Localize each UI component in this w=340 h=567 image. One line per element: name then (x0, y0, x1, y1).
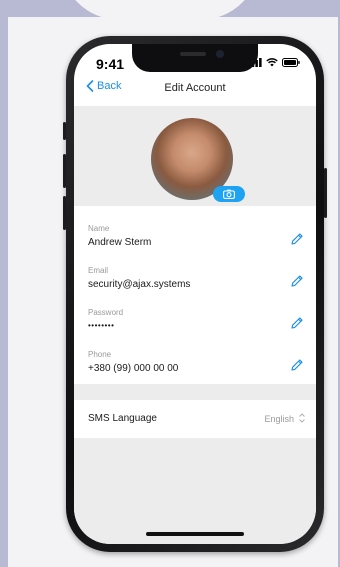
avatar-section (74, 106, 316, 206)
front-camera (216, 50, 224, 58)
camera-icon (223, 189, 235, 199)
phone-value: +380 (99) 000 00 00 (88, 363, 179, 374)
phone-field[interactable]: Phone +380 (99) 000 00 00 (74, 342, 316, 385)
password-value: •••••••• (88, 321, 115, 330)
navigation-bar: Back Edit Account (74, 74, 316, 106)
phone-label: Phone (88, 350, 112, 359)
empty-area (74, 438, 316, 544)
name-label: Name (88, 224, 110, 233)
name-field[interactable]: Name Andrew Sterm (74, 216, 316, 259)
edit-name-pencil-icon[interactable] (290, 232, 304, 246)
wifi-icon (266, 58, 278, 67)
change-photo-button[interactable] (213, 186, 245, 202)
email-field[interactable]: Email security@ajax.systems (74, 258, 316, 301)
password-label: Password (88, 308, 124, 317)
edit-password-pencil-icon[interactable] (290, 316, 304, 330)
home-indicator (146, 532, 244, 536)
mute-switch (63, 122, 66, 140)
sms-language-value: English (264, 414, 294, 424)
phone-frame: 9:41 Back Edit Account Name Andrew Sterm… (63, 36, 327, 552)
email-value: security@ajax.systems (88, 279, 191, 290)
battery-icon (282, 58, 300, 67)
edit-phone-pencil-icon[interactable] (290, 358, 304, 372)
phone-screen: 9:41 Back Edit Account Name Andrew Sterm… (74, 44, 316, 544)
name-value: Andrew Sterm (88, 237, 152, 248)
volume-down-button (63, 196, 66, 230)
sms-language-select[interactable]: SMS Language English (74, 400, 316, 439)
volume-up-button (63, 154, 66, 188)
page-title: Edit Account (164, 82, 226, 94)
sms-language-label: SMS Language (88, 413, 157, 424)
speaker-grille (180, 52, 206, 56)
password-field[interactable]: Password •••••••• (74, 300, 316, 343)
status-time: 9:41 (96, 56, 125, 72)
email-label: Email (88, 266, 109, 275)
notch (132, 44, 258, 72)
chevron-up-down-icon (299, 413, 305, 423)
power-button (324, 168, 327, 218)
edit-email-pencil-icon[interactable] (290, 274, 304, 288)
section-divider (74, 384, 316, 400)
